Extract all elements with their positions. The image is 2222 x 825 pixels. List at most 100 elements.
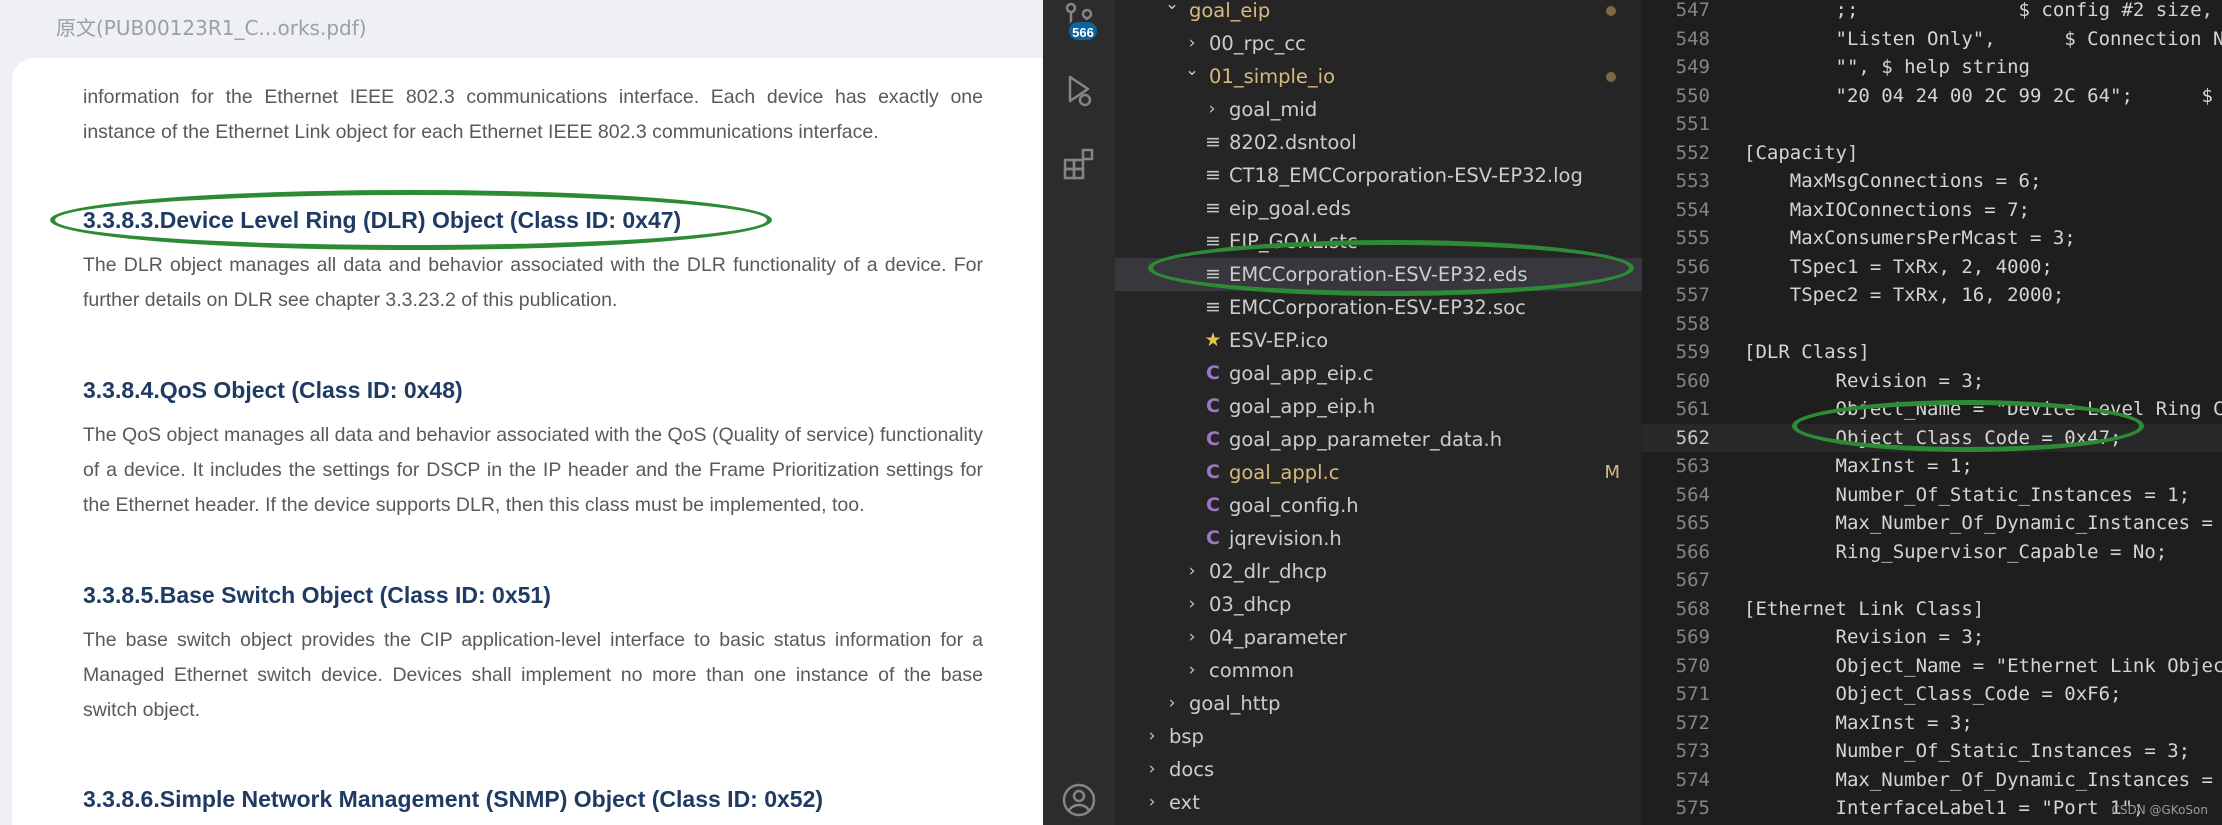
- explorer-item[interactable]: Cgoal_appl.c M: [1115, 456, 1642, 489]
- code-line[interactable]: 551: [1642, 110, 2222, 139]
- explorer-item[interactable]: ≡ EMCCorporation-ESV-EP32.eds: [1115, 258, 1642, 291]
- code-line[interactable]: 559 [DLR Class]: [1642, 338, 2222, 367]
- explorer-item[interactable]: › common: [1115, 654, 1642, 687]
- chevron-right-icon[interactable]: ›: [1203, 93, 1221, 126]
- chevron-right-icon[interactable]: ›: [1163, 687, 1181, 720]
- code-text[interactable]: ;; $ config #2 size,: [1744, 0, 2214, 25]
- code-text[interactable]: Object_Name = "Ethernet Link Objec: [1744, 652, 2222, 681]
- code-line[interactable]: 555 MaxConsumersPerMcast = 3;: [1642, 224, 2222, 253]
- chevron-right-icon[interactable]: ›: [1183, 654, 1201, 687]
- code-text[interactable]: "Listen Only", $ Connection N: [1744, 25, 2222, 54]
- code-line[interactable]: 557 TSpec2 = TxRx, 16, 2000;: [1642, 281, 2222, 310]
- code-text[interactable]: "20 04 24 00 2C 99 2C 64"; $: [1744, 82, 2214, 111]
- code-line[interactable]: 549 "", $ help string: [1642, 53, 2222, 82]
- code-text[interactable]: Object_Name = "Device Level Ring C: [1744, 395, 2222, 424]
- explorer-item[interactable]: ≡ CT18_EMCCorporation-ESV-EP32.log: [1115, 159, 1642, 192]
- explorer-item[interactable]: › 02_dlr_dhcp: [1115, 555, 1642, 588]
- code-text[interactable]: MaxIOConnections = 7;: [1744, 196, 2030, 225]
- code-text[interactable]: MaxInst = 1;: [1744, 452, 1973, 481]
- explorer-item[interactable]: › goal_http: [1115, 687, 1642, 720]
- explorer-item[interactable]: › bsp: [1115, 720, 1642, 753]
- code-text[interactable]: TSpec1 = TxRx, 2, 4000;: [1744, 253, 2053, 282]
- document-tab-title[interactable]: 原文(PUB00123R1_C...orks.pdf): [56, 12, 367, 41]
- code-text[interactable]: MaxMsgConnections = 6;: [1744, 167, 2042, 196]
- code-line[interactable]: 560 Revision = 3;: [1642, 367, 2222, 396]
- chevron-right-icon[interactable]: ›: [1183, 621, 1201, 654]
- code-text[interactable]: Object_Class_Code = 0xF6;: [1744, 680, 2122, 709]
- chevron-right-icon[interactable]: ›: [1143, 720, 1161, 753]
- chevron-down-icon[interactable]: ⌄: [1163, 0, 1181, 21]
- explorer-item[interactable]: › ext: [1115, 786, 1642, 819]
- chevron-right-icon[interactable]: ›: [1183, 588, 1201, 621]
- explorer-item[interactable]: ≡ eip_goal.eds: [1115, 192, 1642, 225]
- code-text[interactable]: [Capacity]: [1744, 139, 1858, 168]
- chevron-right-icon[interactable]: ›: [1143, 786, 1161, 819]
- code-line[interactable]: 563 MaxInst = 1;: [1642, 452, 2222, 481]
- code-text[interactable]: [Ethernet Link Class]: [1744, 595, 1984, 624]
- explorer-item[interactable]: › docs: [1115, 753, 1642, 786]
- explorer-item[interactable]: Cgoal_app_eip.c: [1115, 357, 1642, 390]
- explorer-item[interactable]: ≡ EMCCorporation-ESV-EP32.soc: [1115, 291, 1642, 324]
- code-line[interactable]: 553 MaxMsgConnections = 6;: [1642, 167, 2222, 196]
- code-line[interactable]: 561 Object_Name = "Device Level Ring C: [1642, 395, 2222, 424]
- code-line[interactable]: 548 "Listen Only", $ Connection N: [1642, 25, 2222, 54]
- code-line[interactable]: 572 MaxInst = 3;: [1642, 709, 2222, 738]
- code-line[interactable]: 567: [1642, 566, 2222, 595]
- explorer-item[interactable]: ⌄ 01_simple_io: [1115, 60, 1642, 93]
- code-line[interactable]: 568 [Ethernet Link Class]: [1642, 595, 2222, 624]
- explorer-item[interactable]: ★ ESV-EP.ico: [1115, 324, 1642, 357]
- code-line[interactable]: 570 Object_Name = "Ethernet Link Objec: [1642, 652, 2222, 681]
- code-line[interactable]: 565 Max_Number_Of_Dynamic_Instances =: [1642, 509, 2222, 538]
- explorer-item[interactable]: Cjqrevision.h: [1115, 522, 1642, 555]
- explorer-item[interactable]: Cgoal_app_eip.h: [1115, 390, 1642, 423]
- modified-dot-icon: [1606, 72, 1616, 82]
- code-line[interactable]: 569 Revision = 3;: [1642, 623, 2222, 652]
- line-number: 572: [1675, 711, 1710, 734]
- section-heading-base-switch: 3.3.8.5.Base Switch Object (Class ID: 0x…: [83, 582, 551, 608]
- explorer-item-label: 04_parameter: [1209, 626, 1347, 649]
- explorer-item[interactable]: ≡ 8202.dsntool: [1115, 126, 1642, 159]
- explorer-item-label: goal_app_eip.c: [1229, 362, 1374, 385]
- code-text[interactable]: Revision = 3;: [1744, 623, 1985, 652]
- code-text[interactable]: MaxInst = 3;: [1744, 709, 1973, 738]
- explorer-item[interactable]: › 04_parameter: [1115, 621, 1642, 654]
- code-text[interactable]: MaxConsumersPerMcast = 3;: [1744, 224, 2076, 253]
- code-line[interactable]: 552 [Capacity]: [1642, 139, 2222, 168]
- code-line[interactable]: 574 Max_Number_Of_Dynamic_Instances =: [1642, 766, 2222, 795]
- chevron-right-icon[interactable]: ›: [1143, 753, 1161, 786]
- code-text[interactable]: Max_Number_Of_Dynamic_Instances =: [1744, 509, 2214, 538]
- explorer-item-label: eip_goal.eds: [1229, 197, 1351, 220]
- code-text[interactable]: Number_Of_Static_Instances = 3;: [1744, 737, 2191, 766]
- explorer-item[interactable]: Cgoal_app_parameter_data.h: [1115, 423, 1642, 456]
- code-line[interactable]: 573 Number_Of_Static_Instances = 3;: [1642, 737, 2222, 766]
- code-line[interactable]: 564 Number_Of_Static_Instances = 1;: [1642, 481, 2222, 510]
- code-text[interactable]: TSpec2 = TxRx, 16, 2000;: [1744, 281, 2065, 310]
- code-line[interactable]: 556 TSpec1 = TxRx, 2, 4000;: [1642, 253, 2222, 282]
- run-debug-icon[interactable]: [1061, 72, 1097, 108]
- code-line[interactable]: 550 "20 04 24 00 2C 99 2C 64"; $: [1642, 82, 2222, 111]
- code-text[interactable]: Number_Of_Static_Instances = 1;: [1744, 481, 2191, 510]
- chevron-down-icon[interactable]: ⌄: [1183, 54, 1201, 87]
- code-line[interactable]: 566 Ring_Supervisor_Capable = No;: [1642, 538, 2222, 567]
- code-text[interactable]: [DLR Class]: [1744, 338, 1870, 367]
- code-text[interactable]: Revision = 3;: [1744, 367, 1985, 396]
- chevron-right-icon[interactable]: ›: [1183, 555, 1201, 588]
- code-text[interactable]: "", $ help string: [1744, 53, 2030, 82]
- code-line[interactable]: 554 MaxIOConnections = 7;: [1642, 196, 2222, 225]
- explorer-item[interactable]: › goal_mid: [1115, 93, 1642, 126]
- code-line[interactable]: 558: [1642, 310, 2222, 339]
- code-line[interactable]: 571 Object_Class_Code = 0xF6;: [1642, 680, 2222, 709]
- account-icon[interactable]: [1061, 782, 1097, 818]
- code-text[interactable]: InterfaceLabel1 = "Port 1";: [1744, 794, 2145, 823]
- code-text[interactable]: Ring_Supervisor_Capable = No;: [1744, 538, 2168, 567]
- extensions-icon[interactable]: [1061, 146, 1097, 182]
- explorer-item[interactable]: ⌄ goal_eip: [1115, 0, 1642, 27]
- code-line[interactable]: 547 ;; $ config #2 size,: [1642, 0, 2222, 25]
- code-text[interactable]: Max_Number_Of_Dynamic_Instances =: [1744, 766, 2214, 795]
- code-editor[interactable]: 547 ;; $ config #2 size, 548 "Listen Only…: [1642, 0, 2222, 825]
- code-line[interactable]: 562 Object_Class_Code = 0x47;: [1642, 423, 2222, 453]
- explorer-item[interactable]: ≡ EIP_GOAL.stc: [1115, 225, 1642, 258]
- code-text[interactable]: Object_Class_Code = 0x47;: [1744, 424, 2122, 453]
- explorer-item[interactable]: › 03_dhcp: [1115, 588, 1642, 621]
- explorer-item[interactable]: Cgoal_config.h: [1115, 489, 1642, 522]
